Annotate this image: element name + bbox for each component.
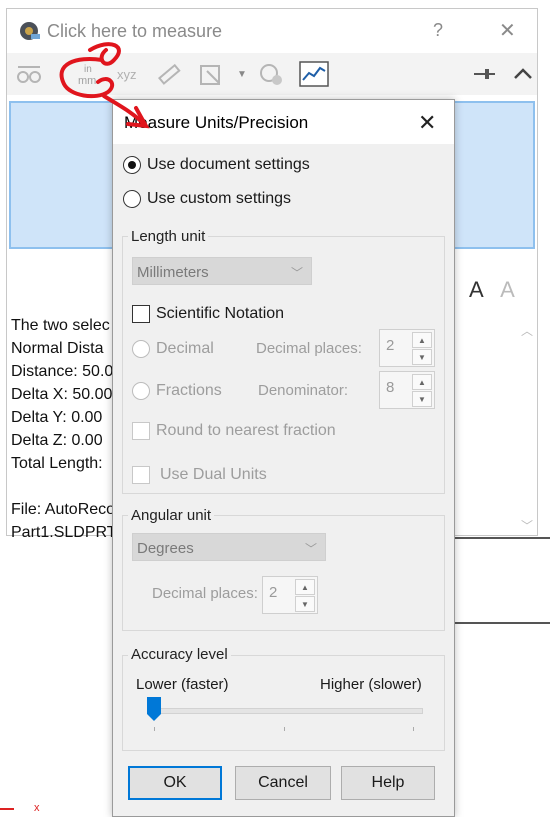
help-icon[interactable]: ?	[433, 20, 443, 41]
ok-button[interactable]: OK	[128, 766, 222, 800]
checkbox-icon	[132, 305, 150, 323]
decimal-label: Decimal	[156, 340, 214, 357]
slider-tick	[413, 727, 414, 731]
angular-decimal-places-label: Decimal places:	[152, 585, 258, 602]
length-unit-label: Length unit	[128, 228, 209, 245]
tape-measure-icon	[17, 18, 41, 42]
result-line: Part1.SLDPRT	[11, 524, 117, 541]
dialog-close-icon[interactable]: ✕	[418, 110, 436, 136]
corner-mark: x	[34, 802, 40, 814]
dual-units-checkbox[interactable]: Use Dual Units	[132, 466, 267, 484]
spin-down-icon[interactable]: ▼	[412, 349, 432, 365]
decimal-places-label: Decimal places:	[256, 340, 362, 357]
radio-disabled-icon	[132, 340, 150, 358]
result-line: Delta Y: 0.00	[11, 409, 103, 426]
decimal-radio[interactable]: Decimal	[132, 340, 214, 358]
font-increase-button[interactable]: A	[469, 277, 484, 302]
spin-down-icon[interactable]: ▼	[412, 391, 432, 407]
projection-dropdown-icon[interactable]: ▼	[237, 69, 249, 95]
background-edge-line	[454, 622, 550, 624]
angular-unit-label: Angular unit	[128, 507, 215, 524]
spin-up-icon[interactable]: ▲	[295, 579, 315, 595]
slider-tick	[154, 727, 155, 731]
length-unit-select[interactable]: Millimeters ﹀	[132, 257, 312, 285]
scientific-notation-label: Scientific Notation	[156, 305, 285, 322]
accuracy-low-label: Lower (faster)	[136, 676, 229, 693]
red-annotation-scribble	[59, 42, 150, 129]
slider-tick	[284, 727, 285, 731]
radio-disabled-icon	[132, 382, 150, 400]
dual-units-label: Use Dual Units	[160, 466, 267, 483]
spin-up-icon[interactable]: ▲	[412, 374, 432, 390]
accuracy-high-label: Higher (slower)	[320, 676, 422, 693]
font-decrease-button[interactable]: A	[500, 277, 515, 302]
cancel-button[interactable]: Cancel	[235, 766, 331, 800]
decimal-places-value: 2	[386, 337, 395, 354]
result-line: Delta X: 50.00	[11, 386, 113, 403]
use-document-settings-label: Use document settings	[147, 156, 310, 173]
scroll-down-icon[interactable]: ﹀	[521, 517, 533, 534]
decimal-places-spinner[interactable]: 2 ▲ ▼	[379, 329, 435, 367]
checkbox-disabled-icon	[132, 422, 150, 440]
angular-decimal-places-value: 2	[269, 584, 278, 601]
chevron-down-icon: ﹀	[290, 266, 303, 280]
axis-indicator	[0, 808, 14, 810]
font-size-controls: A A	[469, 277, 527, 303]
result-line: Distance: 50.0	[11, 363, 114, 380]
background-edge-line	[454, 537, 550, 539]
result-line: Delta Z: 0.00	[11, 432, 103, 449]
accuracy-slider-thumb[interactable]	[147, 697, 161, 721]
dialog-title-bar: Measure Units/Precision ✕	[113, 100, 454, 144]
radio-selected-icon	[123, 156, 141, 174]
round-fraction-label: Round to nearest fraction	[156, 422, 336, 439]
use-custom-settings-radio[interactable]: Use custom settings	[123, 190, 291, 208]
radio-unselected-icon	[123, 190, 141, 208]
close-icon[interactable]: ✕	[499, 18, 516, 43]
help-button[interactable]: Help	[341, 766, 435, 800]
projection-icon[interactable]	[197, 61, 225, 87]
result-line: The two selec	[11, 317, 110, 334]
chevron-down-icon: ﹀	[304, 542, 317, 556]
measure-units-dialog: Measure Units/Precision ✕ Use document s…	[112, 99, 455, 817]
measure-history-icon[interactable]	[257, 61, 285, 87]
checkbox-disabled-icon	[132, 466, 150, 484]
fractions-radio[interactable]: Fractions	[132, 382, 222, 400]
denominator-label: Denominator:	[258, 382, 349, 399]
result-line: Normal Dista	[11, 340, 104, 357]
angular-decimal-places-spinner[interactable]: 2 ▲ ▼	[262, 576, 318, 614]
pin-icon[interactable]	[471, 61, 499, 87]
scroll-up-icon[interactable]: ︿	[521, 322, 533, 339]
use-custom-settings-label: Use custom settings	[147, 190, 292, 207]
denominator-value: 8	[386, 379, 395, 396]
angular-unit-value: Degrees	[137, 540, 194, 557]
result-line: File: AutoReco	[11, 501, 116, 518]
arc-circle-measurement-icon[interactable]	[15, 61, 43, 87]
round-fraction-checkbox[interactable]: Round to nearest fraction	[132, 422, 336, 440]
length-unit-value: Millimeters	[137, 264, 209, 281]
denominator-spinner[interactable]: 8 ▲ ▼	[379, 371, 435, 409]
use-document-settings-radio[interactable]: Use document settings	[123, 156, 310, 174]
scientific-notation-checkbox[interactable]: Scientific Notation	[132, 305, 284, 323]
accuracy-label: Accuracy level	[128, 646, 231, 663]
sensor-chart-icon[interactable]	[299, 61, 329, 87]
result-line: Total Length:	[11, 455, 103, 472]
collapse-icon[interactable]	[509, 61, 537, 87]
spin-up-icon[interactable]: ▲	[412, 332, 432, 348]
accuracy-group	[122, 655, 445, 751]
accuracy-slider-track[interactable]	[153, 708, 423, 714]
results-list: The two selec Normal Dista Distance: 50.…	[11, 314, 117, 544]
result-line	[11, 475, 117, 498]
spin-down-icon[interactable]: ▼	[295, 596, 315, 612]
angular-unit-select[interactable]: Degrees ﹀	[132, 533, 326, 561]
fractions-label: Fractions	[156, 382, 222, 399]
